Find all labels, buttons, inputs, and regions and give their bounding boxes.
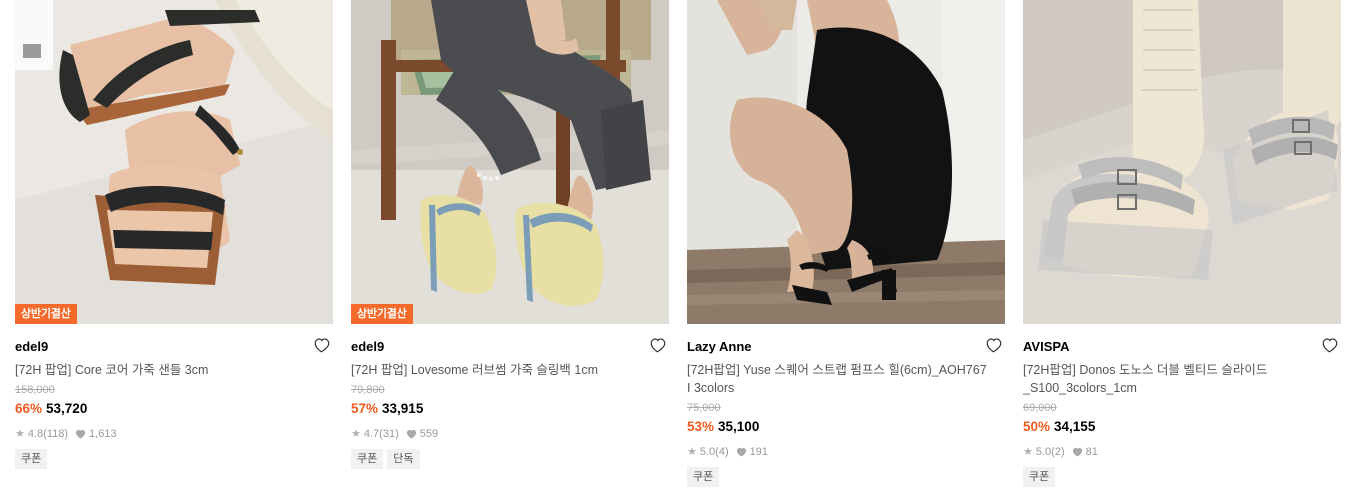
product-image[interactable]: 상반기결산 (15, 0, 333, 324)
sale-price: 53,720 (46, 401, 88, 416)
tag-list: 쿠폰 (687, 467, 1005, 487)
sale-price: 34,155 (1054, 419, 1096, 434)
original-price: 158,000 (15, 384, 55, 396)
product-name[interactable]: [72H팝업] Yuse 스퀘어 스트랩 펌프스 힐(6cm)_AOH767 I… (687, 361, 987, 397)
sale-price: 35,100 (718, 419, 760, 434)
product-name[interactable]: [72H 팝업] Core 코어 가죽 샌들 3cm (15, 361, 315, 379)
discount-rate: 66% (15, 401, 43, 416)
product-name[interactable]: [72H 팝업] Lovesome 러브썸 가죽 슬링백 1cm (351, 361, 651, 379)
like-count: 559 (419, 428, 439, 440)
tag-list: 쿠폰 (1023, 467, 1341, 487)
price-row: 66% 53,720 (15, 400, 333, 418)
discount-rate: 53% (687, 419, 715, 434)
star-icon: ★ (1023, 446, 1033, 458)
product-image[interactable] (1023, 0, 1341, 324)
star-icon: ★ (687, 446, 697, 458)
rating-value: 5.0 (699, 446, 716, 458)
brand-name[interactable]: edel9 (351, 339, 669, 355)
product-card[interactable]: 상반기결산 edel9 [72H 팝업] Core 코어 가죽 샌들 3cm 1… (15, 0, 333, 469)
event-badge: 상반기결산 (351, 304, 413, 324)
heart-icon (1072, 447, 1083, 457)
price-row: 50% 34,155 (1023, 418, 1341, 436)
slingback-photo (351, 0, 669, 324)
product-name[interactable]: [72H팝업] Donos 도노스 더블 벨티드 슬라이드 _S100_3col… (1023, 361, 1323, 397)
original-price: 79,800 (351, 384, 385, 396)
star-icon: ★ (351, 428, 361, 440)
product-image[interactable]: 상반기결산 (351, 0, 669, 324)
sandal-photo (15, 0, 333, 324)
like-count: 81 (1085, 446, 1098, 458)
coupon-tag: 쿠폰 (687, 467, 720, 487)
sale-price: 33,915 (382, 401, 424, 416)
brand-name[interactable]: Lazy Anne (687, 339, 1005, 355)
price-row: 57% 33,915 (351, 400, 669, 418)
original-price: 75,000 (687, 402, 721, 414)
product-stats: ★ 5.0 (2) 81 (1023, 445, 1341, 459)
event-badge: 상반기결산 (15, 304, 77, 324)
heart-icon (406, 429, 417, 439)
wishlist-heart-icon[interactable] (649, 336, 667, 354)
price-row: 53% 35,100 (687, 418, 1005, 436)
coupon-tag: 쿠폰 (1023, 467, 1056, 487)
tag-list: 쿠폰 (15, 449, 333, 469)
wishlist-heart-icon[interactable] (985, 336, 1003, 354)
product-card[interactable]: Lazy Anne [72H팝업] Yuse 스퀘어 스트랩 펌프스 힐(6cm… (687, 0, 1005, 487)
heart-icon (736, 447, 747, 457)
product-stats: ★ 4.8 (118) 1,613 (15, 427, 333, 441)
slide-photo (1023, 0, 1341, 324)
like-count: 191 (749, 446, 768, 458)
tag-list: 쿠폰 단독 (351, 449, 669, 469)
wishlist-heart-icon[interactable] (1321, 336, 1339, 354)
review-count: (31) (379, 428, 399, 440)
like-count: 1,613 (89, 428, 117, 440)
wishlist-heart-icon[interactable] (313, 336, 331, 354)
product-grid: 상반기결산 edel9 [72H 팝업] Core 코어 가죽 샌들 3cm 1… (0, 0, 1365, 497)
review-count: (118) (43, 428, 69, 440)
star-icon: ★ (15, 428, 25, 440)
brand-name[interactable]: AVISPA (1023, 339, 1341, 355)
rating-value: 5.0 (1035, 446, 1052, 458)
discount-rate: 57% (351, 401, 379, 416)
rating-value: 4.8 (27, 428, 44, 440)
product-stats: ★ 5.0 (4) 191 (687, 445, 1005, 459)
original-price: 69,000 (1023, 402, 1057, 414)
review-count: (4) (715, 446, 729, 458)
product-stats: ★ 4.7 (31) 559 (351, 427, 669, 441)
product-image[interactable] (687, 0, 1005, 324)
heart-icon (75, 429, 86, 439)
product-card[interactable]: AVISPA [72H팝업] Donos 도노스 더블 벨티드 슬라이드 _S1… (1023, 0, 1341, 487)
exclusive-tag: 단독 (387, 449, 420, 469)
product-card[interactable]: 상반기결산 edel9 [72H 팝업] Lovesome 러브썸 가죽 슬링백… (351, 0, 669, 469)
review-count: (2) (1051, 446, 1065, 458)
coupon-tag: 쿠폰 (351, 449, 384, 469)
discount-rate: 50% (1023, 419, 1051, 434)
coupon-tag: 쿠폰 (15, 449, 48, 469)
rating-value: 4.7 (363, 428, 380, 440)
pumps-photo (687, 0, 1005, 324)
brand-name[interactable]: edel9 (15, 339, 333, 355)
